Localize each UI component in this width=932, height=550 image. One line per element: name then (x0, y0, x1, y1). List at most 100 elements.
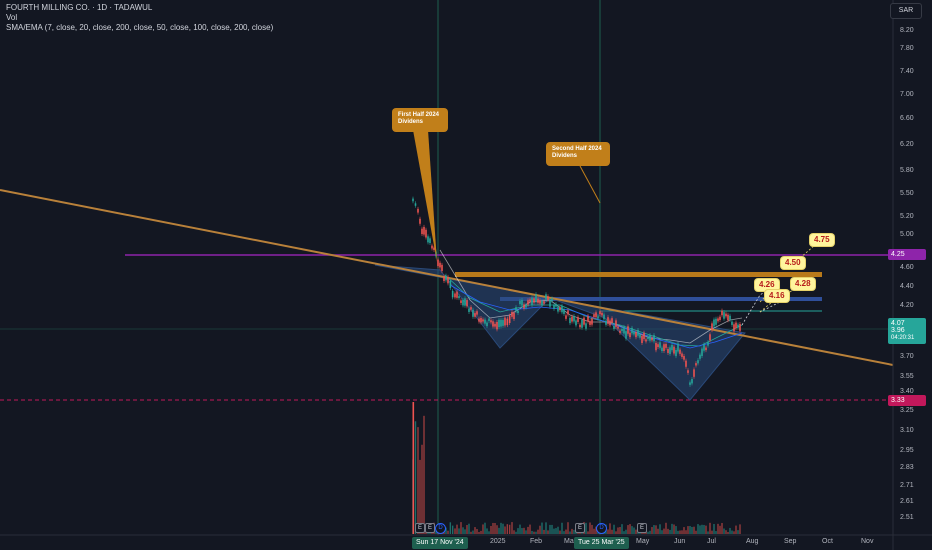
candle-body (599, 311, 601, 315)
candle-body (623, 326, 625, 334)
volume-bar (721, 522, 723, 534)
candle-body (545, 294, 547, 300)
candle-body (733, 324, 735, 332)
candle-body (675, 350, 677, 357)
volume-bar (691, 526, 693, 534)
candle-body (639, 334, 641, 338)
candle-body (565, 315, 567, 319)
price-tick-label: 4.40 (900, 283, 914, 290)
earnings-marker-2[interactable]: E (425, 523, 435, 533)
volume-bar (673, 524, 675, 534)
price-tick-label: 3.70 (900, 353, 914, 360)
candle-body (713, 319, 715, 327)
volume-bar (513, 530, 515, 534)
candle-body (649, 334, 651, 341)
candle-body (412, 198, 414, 202)
candle-body (417, 208, 419, 213)
volume-bar (653, 525, 655, 534)
candle-body (486, 322, 488, 327)
volume-bar (659, 524, 661, 534)
price-tag-416[interactable]: 4.16 (765, 290, 789, 302)
volume-bar (627, 525, 629, 534)
candle-body (539, 300, 541, 304)
time-highlight-mar: Tue 25 Mar '25 (574, 537, 629, 549)
candle-body (607, 317, 609, 324)
volume-bar (508, 524, 511, 534)
candle-body (657, 344, 659, 348)
candle-body (601, 312, 603, 316)
volume-bar (647, 531, 649, 534)
candle-body (689, 382, 691, 385)
price-tag-450[interactable]: 4.50 (781, 257, 805, 269)
candle-body (655, 342, 657, 351)
candle-body (419, 218, 421, 224)
volume-bar (525, 530, 527, 534)
candle-body (645, 339, 647, 342)
candle-body (555, 303, 557, 307)
price-chart[interactable] (0, 0, 932, 550)
candle-body (611, 318, 613, 323)
price-tag-428[interactable]: 4.28 (791, 278, 815, 290)
candle-body (569, 317, 571, 324)
earnings-marker-1[interactable]: E (415, 523, 425, 533)
volume-spike-bar (412, 402, 415, 534)
volume-bar (589, 522, 591, 534)
earnings-marker-4[interactable]: E (637, 523, 647, 533)
price-tick-label: 5.50 (900, 190, 914, 197)
volume-legend[interactable]: Vol (6, 13, 17, 23)
price-tick-label: 2.51 (900, 514, 914, 521)
volume-bar (458, 528, 460, 534)
volume-bar (470, 531, 472, 534)
candle-body (621, 328, 623, 331)
candle-body (427, 236, 429, 243)
candle-body (633, 331, 635, 335)
time-label-oct: Oct (822, 538, 833, 545)
candle-body (731, 321, 733, 325)
candle-body (482, 319, 484, 322)
volume-bar (697, 524, 699, 534)
candle-body (525, 305, 527, 308)
resistance-band-orange[interactable] (455, 272, 822, 277)
moving-average-legend[interactable]: SMA/EMA (7, close, 20, close, 200, close… (6, 23, 273, 33)
volume-bar (681, 530, 683, 534)
candle-body (519, 300, 521, 305)
candle-body (474, 313, 476, 317)
candle-body (717, 318, 719, 322)
candle-body (553, 304, 555, 309)
volume-bar (484, 522, 486, 534)
symbol-legend[interactable]: FOURTH MILLING CO. · 1D · TADAWUL (6, 3, 152, 13)
callout-first-half-dividends[interactable]: First Half 2024 Dividens (392, 108, 448, 132)
volume-bar (715, 531, 717, 534)
volume-bar (506, 524, 509, 534)
volume-bar (613, 524, 615, 534)
volume-bar (719, 525, 721, 534)
price-tag-475[interactable]: 4.75 (810, 234, 834, 246)
candle-body (697, 360, 699, 364)
volume-bar (625, 529, 627, 534)
currency-button[interactable]: SAR (890, 3, 922, 19)
dividend-marker-1[interactable]: D (435, 523, 446, 534)
volume-bar (480, 530, 482, 534)
volume-bar (531, 530, 533, 534)
volume-series (412, 402, 741, 534)
earnings-marker-3[interactable]: E (575, 523, 585, 533)
volume-bar (527, 526, 529, 534)
volume-bar (492, 522, 494, 534)
volume-bar (675, 526, 677, 534)
volume-bar (731, 530, 733, 534)
volume-bar (705, 525, 707, 534)
volume-bar (462, 527, 464, 534)
callout-second-half-dividends[interactable]: Second Half 2024 Dividens (546, 142, 610, 166)
volume-bar (517, 528, 519, 534)
volume-bar (629, 524, 631, 534)
callout-pointer-2 (579, 165, 601, 204)
candle-body (441, 264, 443, 271)
price-tick-label: 7.40 (900, 68, 914, 75)
candle-body (551, 298, 553, 302)
volume-bar (476, 529, 478, 534)
candle-body (681, 353, 683, 357)
candle-body (559, 307, 561, 311)
volume-bar (567, 522, 569, 534)
volume-bar (725, 530, 727, 534)
dividend-marker-2[interactable]: D (596, 523, 607, 534)
